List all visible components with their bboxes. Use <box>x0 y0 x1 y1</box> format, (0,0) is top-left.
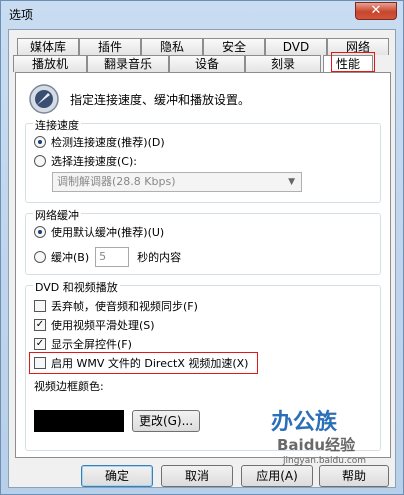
tab-rip-music[interactable]: 翻录音乐 <box>87 55 169 72</box>
fullscreen-controls-label: 显示全屏控件(F) <box>51 338 132 351</box>
options-dialog: 选项 ✕ 媒体库 插件 隐私 安全 DVD 网络 播放机 翻录音乐 设备 刻录 … <box>0 0 404 495</box>
smoothing-label: 使用视频平滑处理(S) <box>51 319 155 332</box>
detect-speed-label: 检测连接速度(推荐)(D) <box>51 136 165 149</box>
performance-icon <box>29 84 59 114</box>
border-color-label-row: 视频边框颜色: <box>34 379 104 393</box>
connection-speed-legend: 连接速度 <box>33 117 81 133</box>
tab-plugins[interactable]: 插件 <box>79 38 141 55</box>
help-button[interactable]: 帮助 <box>319 465 389 487</box>
cancel-button[interactable]: 取消 <box>161 465 233 487</box>
close-button[interactable]: ✕ <box>355 2 397 20</box>
detect-speed-option[interactable]: 检测连接速度(推荐)(D) <box>34 135 165 149</box>
smoothing-option[interactable]: ✓ 使用视频平滑处理(S) <box>34 318 155 332</box>
drop-frames-option[interactable]: 丢弃帧，使音频和视频同步(F) <box>34 299 198 313</box>
change-color-button[interactable]: 更改(G)... <box>132 410 200 432</box>
connection-speed-group: 连接速度 检测连接速度(推荐)(D) 选择连接速度(C): 调制解调器(28.8… <box>25 117 381 203</box>
connection-speed-dropdown[interactable]: 调制解调器(28.8 Kbps) ▼ <box>52 172 302 192</box>
smoothing-checkbox[interactable]: ✓ <box>34 319 46 331</box>
custom-buffer-label: 缓冲(B) <box>51 251 90 264</box>
watermark-site: Baidu经验 <box>277 436 356 454</box>
fullscreen-controls-checkbox[interactable]: ✓ <box>34 338 46 350</box>
drop-frames-checkbox[interactable] <box>34 300 46 312</box>
window-title: 选项 <box>9 8 34 22</box>
choose-speed-option[interactable]: 选择连接速度(C): <box>34 154 137 168</box>
custom-buffer-radio[interactable] <box>34 251 46 263</box>
dialog-client: 媒体库 插件 隐私 安全 DVD 网络 播放机 翻录音乐 设备 刻录 性能 指定… <box>8 29 396 488</box>
fullscreen-controls-option[interactable]: ✓ 显示全屏控件(F) <box>34 337 132 351</box>
default-buffer-option[interactable]: 使用默认缓冲(推荐)(U) <box>34 225 164 239</box>
default-buffer-radio[interactable] <box>34 226 46 238</box>
dvd-video-legend: DVD 和视频播放 <box>33 279 120 295</box>
apply-button[interactable]: 应用(A) <box>241 465 313 487</box>
ok-button[interactable]: 确定 <box>81 465 153 487</box>
custom-buffer-option[interactable]: 缓冲(B) 5 秒的内容 <box>34 247 181 267</box>
detect-speed-radio[interactable] <box>34 136 46 148</box>
watermark-brand: 办公族 <box>271 410 338 435</box>
performance-panel: 指定连接速度、缓冲和播放设置。 连接速度 检测连接速度(推荐)(D) 选择连接速… <box>15 72 391 458</box>
network-buffer-group: 网络缓冲 使用默认缓冲(推荐)(U) 缓冲(B) 5 秒的内容 <box>25 207 381 275</box>
tab-burn[interactable]: 刻录 <box>245 55 321 72</box>
close-icon: ✕ <box>370 3 382 18</box>
tab-player[interactable]: 播放机 <box>13 55 87 72</box>
watermark-url: jingyan.baidu.com <box>283 456 367 466</box>
tab-row-top: 媒体库 插件 隐私 安全 DVD 网络 <box>17 38 389 55</box>
drop-frames-label: 丢弃帧，使音频和视频同步(F) <box>51 300 198 313</box>
buffer-seconds-input[interactable]: 5 <box>95 247 130 267</box>
choose-speed-label: 选择连接速度(C): <box>51 155 137 168</box>
directx-option-highlight <box>29 352 258 374</box>
choose-speed-radio[interactable] <box>34 155 46 167</box>
tab-devices[interactable]: 设备 <box>169 55 245 72</box>
intro-text: 指定连接速度、缓冲和播放设置。 <box>70 93 251 107</box>
default-buffer-label: 使用默认缓冲(推荐)(U) <box>51 226 165 239</box>
tab-library[interactable]: 媒体库 <box>17 38 79 55</box>
performance-tab-highlight <box>331 52 375 72</box>
border-color-swatch <box>34 410 124 432</box>
title-bar: 选项 ✕ <box>1 1 403 27</box>
chevron-down-icon: ▼ <box>288 177 295 187</box>
tab-security[interactable]: 安全 <box>203 38 265 55</box>
buffer-seconds-suffix: 秒的内容 <box>137 251 182 264</box>
tab-privacy[interactable]: 隐私 <box>141 38 203 55</box>
border-color-label: 视频边框颜色: <box>34 380 104 393</box>
tab-dvd[interactable]: DVD <box>265 38 327 55</box>
network-buffer-legend: 网络缓冲 <box>33 207 81 223</box>
connection-speed-value: 调制解调器(28.8 Kbps) <box>57 175 176 188</box>
